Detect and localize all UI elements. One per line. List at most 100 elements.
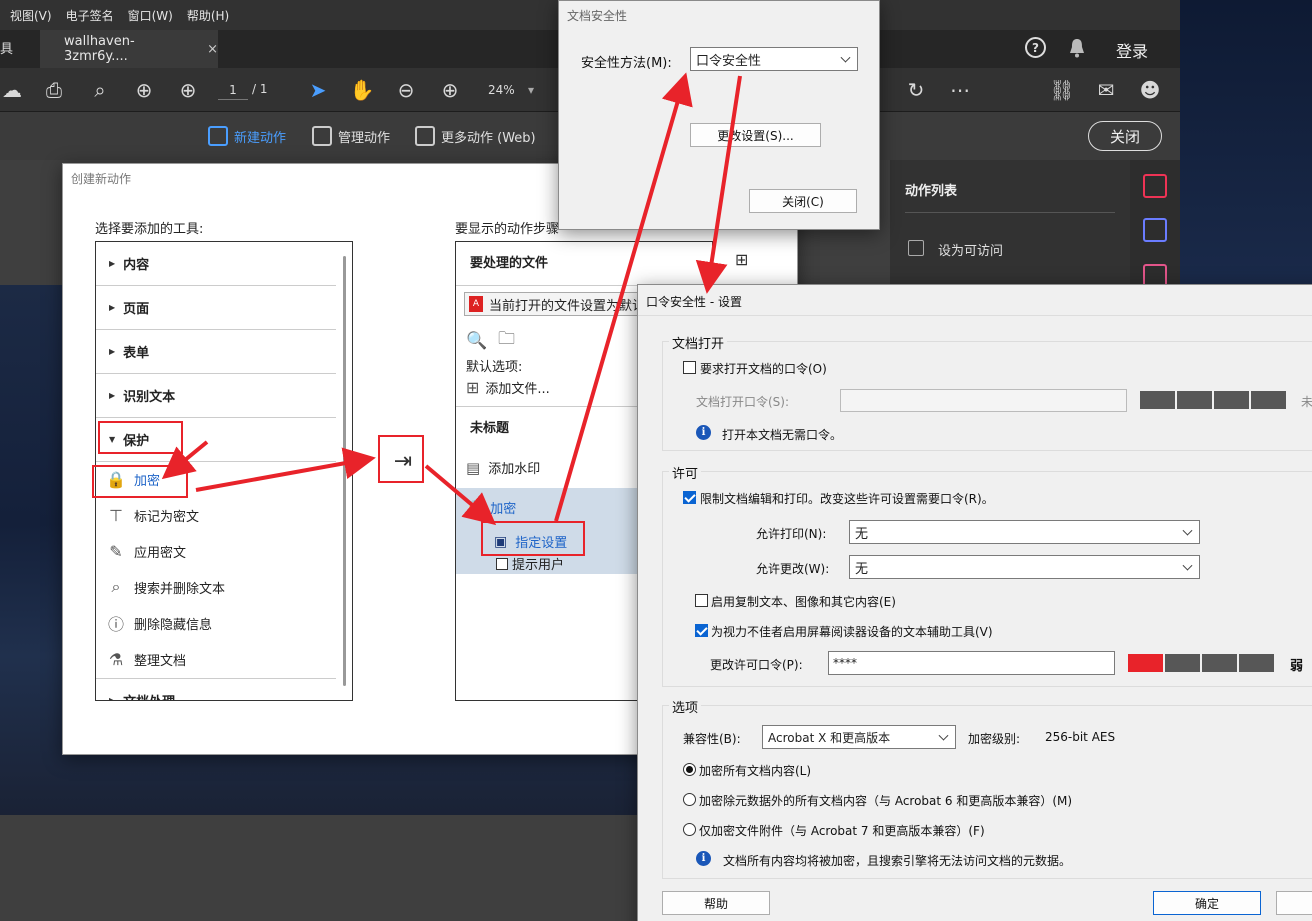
tool-list-scrollbar[interactable]: [343, 256, 346, 686]
permissions-password-label: 更改许可口令(P):: [710, 658, 803, 672]
tool-sanitize-document[interactable]: ⚗ 整理文档: [106, 642, 186, 676]
page-up-icon[interactable]: ⊕: [132, 78, 156, 102]
annotation-box-encrypt: [92, 465, 188, 498]
combine-icon[interactable]: [1143, 218, 1167, 242]
add-files-row[interactable]: ⊞ 添加文件...: [466, 378, 550, 397]
menu-window[interactable]: 窗口(W): [128, 7, 173, 24]
open-password-strength-text: 未: [1301, 395, 1312, 409]
new-action-button[interactable]: 新建动作: [208, 126, 286, 146]
strength-segment: [1239, 654, 1274, 672]
pen-icon: ✎: [109, 541, 123, 561]
page-down-icon[interactable]: ⊕: [176, 78, 200, 102]
cancel-button[interactable]: [1276, 891, 1312, 915]
menu-esign[interactable]: 电子签名: [66, 7, 114, 24]
search-icon[interactable]: ⌕: [88, 78, 112, 102]
compatibility-select[interactable]: Acrobat X 和更高版本: [762, 725, 956, 749]
print-icon[interactable]: ⎙: [42, 78, 66, 102]
more-actions-button[interactable]: 更多动作 (Web): [415, 126, 536, 146]
encrypt-except-metadata-radio[interactable]: [683, 793, 696, 806]
add-user-icon[interactable]: ☻: [1138, 78, 1162, 102]
open-password-input[interactable]: [840, 389, 1127, 412]
zoom-select[interactable]: 24%: [480, 80, 540, 100]
change-settings-button[interactable]: 更改设置(S)...: [690, 123, 821, 147]
category-label: 识别文本: [123, 390, 176, 405]
bell-icon[interactable]: [1068, 38, 1086, 58]
action-make-accessible[interactable]: 设为可访问: [938, 240, 1003, 259]
close-button[interactable]: 关闭(C): [749, 189, 857, 213]
allow-changes-select[interactable]: 无: [849, 555, 1200, 579]
login-link[interactable]: 登录: [1116, 38, 1148, 62]
actions-list-panel: 动作列表 设为可访问: [890, 160, 1130, 290]
menu-help[interactable]: 帮助(H): [187, 7, 229, 24]
find-file-icon[interactable]: 🔍: [466, 331, 487, 351]
rotate-icon[interactable]: ↻: [904, 78, 928, 102]
enable-copy-checkbox[interactable]: [695, 594, 708, 607]
encryption-level-label: 加密级别:: [968, 732, 1021, 746]
hand-icon[interactable]: ✋: [350, 78, 375, 102]
select-cursor-icon[interactable]: ➤: [306, 78, 330, 102]
help-icon[interactable]: ?: [1025, 37, 1046, 58]
tools-label: 选择要添加的工具:: [95, 222, 204, 237]
new-action-icon: [208, 126, 228, 146]
ok-button[interactable]: 确定: [1153, 891, 1261, 915]
strength-segment: [1251, 391, 1286, 409]
tool-label: 搜索并删除文本: [134, 581, 226, 597]
title-divider: [638, 315, 1312, 316]
right-tool-strip: [1130, 160, 1180, 290]
strength-segment: [1128, 654, 1163, 672]
category-content[interactable]: ▶ 内容: [96, 242, 336, 286]
tool-label: 应用密文: [134, 545, 187, 561]
encryption-level-value: 256-bit AES: [1045, 730, 1116, 744]
gear-icon: [312, 126, 332, 146]
category-document-processing[interactable]: ▶文档处理: [96, 678, 336, 700]
tool-mark-redaction[interactable]: ⊤ 标记为密文: [106, 498, 199, 532]
tool-search-remove-text[interactable]: ⌕ 搜索并删除文本: [106, 570, 226, 604]
category-label: 内容: [123, 258, 150, 273]
prompt-user-checkbox[interactable]: 提示用户: [496, 554, 564, 573]
close-button[interactable]: 关闭: [1088, 121, 1162, 151]
enable-accessibility-checkbox[interactable]: [695, 624, 708, 637]
require-open-password-checkbox[interactable]: [683, 361, 696, 374]
page-number-input[interactable]: 1: [218, 80, 248, 100]
mail-icon[interactable]: ✉: [1094, 78, 1118, 102]
zoom-in-icon[interactable]: ⊕: [438, 78, 462, 102]
info-icon: i: [696, 851, 711, 866]
category-pages[interactable]: ▶ 页面: [96, 286, 336, 330]
group-title: 选项: [669, 697, 702, 716]
create-pdf-icon[interactable]: [1143, 174, 1167, 198]
zoom-out-icon[interactable]: ⊖: [394, 78, 418, 102]
encrypt-attachments-radio[interactable]: [683, 823, 696, 836]
checkbox[interactable]: [496, 557, 508, 570]
manage-action-button[interactable]: 管理动作: [312, 126, 390, 146]
password-security-settings-dialog: 口令安全性 - 设置 文档打开 要求打开文档的口令(O) 文档打开口令(S): …: [637, 284, 1312, 921]
cloud-upload-icon[interactable]: ☁: [0, 78, 24, 102]
manage-action-label: 管理动作: [338, 130, 391, 146]
tool-remove-hidden-info[interactable]: ⓘ 删除隐藏信息: [106, 606, 212, 640]
menu-view[interactable]: 视图(V): [10, 7, 52, 24]
password-strength-text: 弱: [1290, 659, 1304, 674]
security-method-select[interactable]: 口令安全性: [690, 47, 858, 71]
tab-tools-stub[interactable]: 具: [0, 38, 13, 57]
category-recognize-text[interactable]: ▶ 识别文本: [96, 374, 336, 418]
more-icon[interactable]: ⋯: [948, 78, 972, 102]
dialog-title: 口令安全性 - 设置: [646, 295, 742, 309]
permissions-password-input[interactable]: ****: [828, 651, 1115, 675]
help-button[interactable]: 帮助: [662, 891, 770, 915]
tool-apply-redaction[interactable]: ✎ 应用密文: [106, 534, 186, 568]
step-add-watermark[interactable]: ▤ 添加水印: [466, 458, 540, 478]
tool-label: 标记为密文: [134, 509, 200, 525]
step-encrypt[interactable]: 🔒 加密: [466, 498, 516, 517]
close-tab-icon[interactable]: ×: [207, 42, 218, 57]
permissions-password-strength-meter: [1128, 654, 1274, 672]
document-tab[interactable]: wallhaven-3zmr6y.... ×: [40, 30, 218, 68]
lock-icon: 🔒: [466, 500, 483, 515]
add-step-icon[interactable]: ⊞: [735, 250, 759, 272]
no-password-info: 打开本文档无需口令。: [722, 428, 843, 442]
folder-icon[interactable]: 🗀: [498, 326, 515, 355]
link-icon[interactable]: ⛓: [1049, 78, 1074, 102]
category-forms[interactable]: ▶ 表单: [96, 330, 336, 374]
restrict-editing-checkbox[interactable]: [683, 491, 696, 504]
encrypt-all-radio[interactable]: [683, 763, 696, 776]
allow-printing-select[interactable]: 无: [849, 520, 1200, 544]
annotation-box-add-step: [378, 435, 424, 483]
